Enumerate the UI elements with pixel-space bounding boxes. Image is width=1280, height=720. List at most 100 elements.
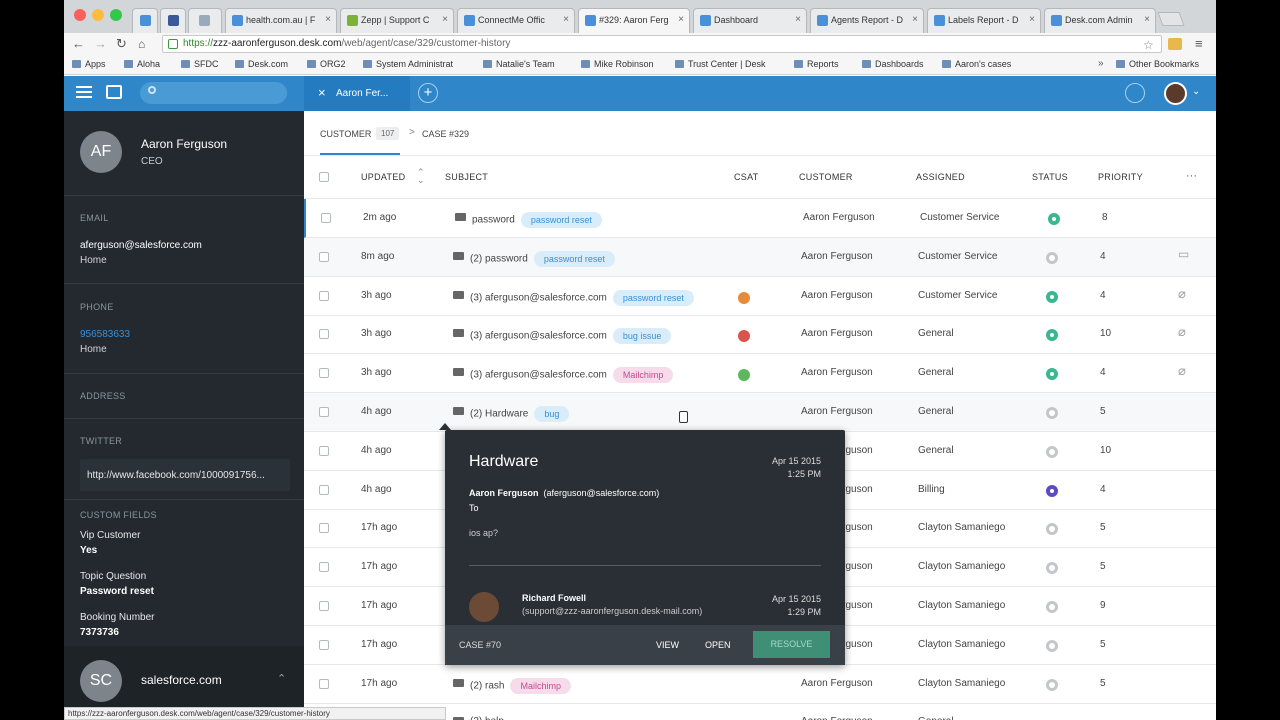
pinned-tab[interactable] [132,8,158,33]
table-row[interactable]: 3h ago (3) aferguson@salesforce.com Mailch… [304,354,1216,394]
avatar[interactable] [1164,82,1187,105]
row-checkbox[interactable] [319,678,329,689]
column-priority[interactable]: PRIORITY [1098,172,1143,182]
bookmark-star-icon[interactable]: ☆ [1143,37,1154,53]
label-tag[interactable]: Mailchimp [612,367,674,384]
browser-tab[interactable]: health.com.au | F × [225,8,337,33]
row-checkbox[interactable] [319,484,329,495]
search-input[interactable] [140,82,287,104]
table-row[interactable]: 3h ago (3) aferguson@salesforce.com bug is… [304,315,1216,355]
table-row[interactable]: 3h ago (3) aferguson@salesforce.com passwo… [304,277,1216,316]
bookmark-natalies-team[interactable]: Natalie's Team [483,59,555,69]
column-subject[interactable]: SUBJECT [445,172,488,182]
tab-close-icon[interactable]: × [912,14,918,25]
browser-tab[interactable]: ConnectMe Offic × [457,8,575,33]
tab-close-icon[interactable]: × [1144,14,1150,25]
column-assigned[interactable]: ASSIGNED [916,172,965,182]
column-csat[interactable]: CSAT [734,172,759,182]
customer-name[interactable]: Aaron Ferguson [141,137,227,151]
breadcrumb-customer[interactable]: CUSTOMER [320,129,371,139]
label-tag[interactable]: password reset [520,212,602,228]
close-window-button[interactable] [74,9,86,21]
table-row[interactable]: 2m ago password password reset Aaron Fergus… [304,199,1216,238]
breadcrumb-case[interactable]: CASE #329 [422,129,469,139]
browser-tab-active[interactable]: #329: Aaron Ferg × [578,8,690,33]
label-tag[interactable]: password reset [533,250,615,267]
bookmark-apps[interactable]: Apps [72,59,106,69]
menu-icon[interactable]: ≡ [1195,36,1203,52]
hamburger-menu-icon[interactable] [76,86,92,99]
row-checkbox[interactable] [319,407,329,417]
forward-arrow-icon[interactable]: → [94,36,107,52]
resolve-button[interactable]: RESOLVE [753,631,830,658]
column-updated[interactable]: UPDATED [361,172,405,182]
browser-tab[interactable]: Labels Report - D × [927,8,1041,33]
row-checkbox[interactable] [319,329,329,340]
browser-tab[interactable]: Zepp | Support C × [340,8,454,33]
tab-close-icon[interactable]: × [1029,14,1035,25]
bookmark-reports[interactable]: Reports [794,59,839,69]
back-arrow-icon[interactable]: ← [72,36,85,52]
open-button[interactable]: OPEN [705,640,731,650]
pinned-tab[interactable] [188,8,222,33]
phone-value[interactable]: 956583633 [80,329,130,340]
browser-tab[interactable]: Agents Report - D × [810,8,924,33]
table-row[interactable]: 8m ago (2) password password reset Aaron Fe… [304,237,1216,277]
label-tag[interactable]: Mailchimp [510,677,571,694]
browser-tab[interactable]: Desk.com Admin × [1044,8,1156,33]
tab-close-icon[interactable]: × [563,14,569,25]
bookmark-desk[interactable]: Desk.com [235,59,288,69]
case-subject[interactable]: (2) password password reset [470,250,615,267]
label-tag[interactable]: bug [534,406,570,422]
chevron-up-icon[interactable]: ⌃ [277,672,286,685]
inbox-icon[interactable] [106,85,122,99]
other-bookmarks[interactable]: Other Bookmarks [1116,59,1199,69]
bookmark-dashboards[interactable]: Dashboards [862,59,924,69]
home-icon[interactable]: ⌂ [138,36,145,52]
maximize-window-button[interactable] [110,9,122,21]
twitter-field[interactable]: http://www.facebook.com/1000091756... [80,459,290,491]
pinned-tab[interactable] [160,8,186,33]
bookmark-aarons-cases[interactable]: Aaron's cases [942,59,1011,69]
more-options-icon[interactable]: ··· [1186,170,1197,182]
case-subject[interactable]: (3) aferguson@salesforce.com Mailchimp [470,367,674,384]
label-tag[interactable]: bug issue [612,328,672,345]
new-tab-button[interactable] [1157,12,1185,26]
column-customer[interactable]: CUSTOMER [799,172,853,182]
add-tab-icon[interactable]: + [418,83,438,103]
url-field[interactable]: https://zzz-aaronferguson.desk.com/web/a… [162,35,1162,53]
sort-icon[interactable]: ⌃ ⌄ [417,168,425,185]
row-checkbox[interactable] [319,523,329,534]
row-checkbox[interactable] [319,251,329,262]
bookmarks-overflow[interactable]: » [1098,58,1104,69]
phone-icon[interactable] [1125,83,1145,103]
tab-close-icon[interactable]: × [442,14,448,25]
bookmark-trust-center[interactable]: Trust Center | Desk [675,59,766,69]
bookmark-org2[interactable]: ORG2 [307,59,346,69]
bookmark-system-admin[interactable]: System Administrat [363,59,453,69]
tab-close-icon[interactable]: × [795,14,801,25]
label-tag[interactable]: password reset [612,289,694,306]
close-tab-icon[interactable]: × [318,85,326,100]
bookmark-sfdc[interactable]: SFDC [181,59,219,69]
column-status[interactable]: STATUS [1032,172,1068,182]
row-checkbox[interactable] [319,639,329,650]
chevron-down-icon[interactable]: ⌄ [1192,86,1200,97]
select-all-checkbox[interactable] [319,172,329,182]
tab-close-icon[interactable]: × [678,14,684,25]
row-checkbox[interactable] [319,290,329,301]
tab-close-icon[interactable]: × [325,14,331,25]
case-subject[interactable]: (2) rash Mailchimp [470,677,571,694]
view-button[interactable]: VIEW [656,640,679,650]
reload-icon[interactable]: ↻ [116,36,127,52]
case-subject[interactable]: (2) Hardware bug [470,406,570,422]
case-subject[interactable]: (3) aferguson@salesforce.com bug issue [470,328,672,345]
row-checkbox[interactable] [319,562,329,573]
bookmark-aloha[interactable]: Aloha [124,59,160,69]
case-subject[interactable]: (3) aferguson@salesforce.com password res… [470,289,694,306]
extension-icon[interactable] [1168,38,1182,50]
case-subject[interactable]: password password reset [472,212,602,228]
case-subject[interactable]: (2) help [470,716,504,720]
email-value[interactable]: aferguson@salesforce.com [80,240,202,251]
row-checkbox[interactable] [319,445,329,456]
